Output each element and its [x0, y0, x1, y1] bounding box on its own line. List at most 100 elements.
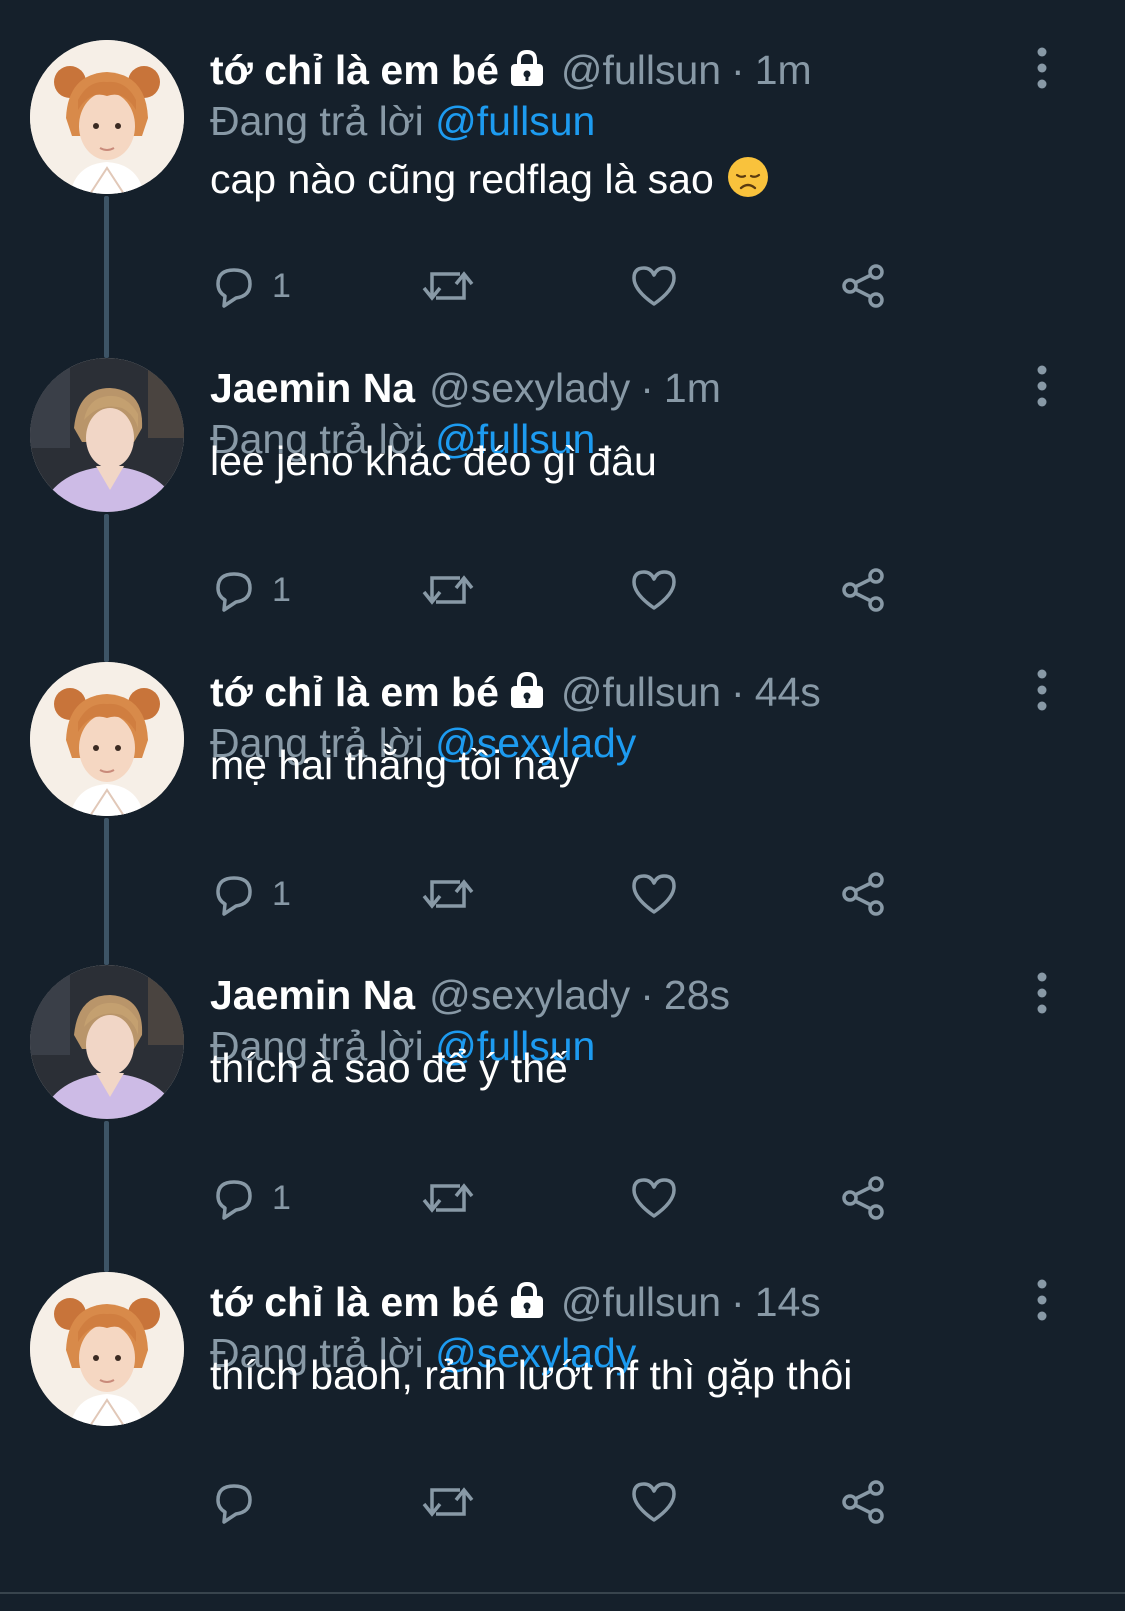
- avatar-image: [30, 358, 184, 512]
- retweet-button[interactable]: [420, 562, 476, 618]
- tweet-header: Jaemin Na @sexylady · 28s: [210, 969, 730, 1021]
- tweet-text-content: lee jeno khác đéo gì đâu: [210, 438, 657, 484]
- share-button[interactable]: [840, 866, 888, 922]
- more-vertical-icon[interactable]: [1030, 46, 1054, 90]
- user-handle[interactable]: @fullsun: [561, 47, 721, 93]
- timestamp[interactable]: 1m: [664, 365, 721, 411]
- reply-button[interactable]: [210, 1474, 272, 1530]
- action-bar: [210, 1474, 910, 1530]
- avatar[interactable]: [30, 1272, 184, 1426]
- action-bar: 1: [210, 1170, 910, 1226]
- display-name[interactable]: Jaemin Na: [210, 972, 415, 1018]
- tweet-header: Jaemin Na @sexylady · 1m: [210, 362, 721, 414]
- share-icon: [840, 262, 888, 310]
- avatar-image: [30, 1272, 184, 1426]
- user-handle[interactable]: @sexylady: [429, 365, 630, 411]
- share-button[interactable]: [840, 1474, 888, 1530]
- retweet-icon: [420, 1174, 476, 1222]
- tweet[interactable]: tớ chỉ là em bé @fullsun · 44s Đang trả lờ…: [0, 622, 1125, 965]
- lock-icon: [510, 1281, 543, 1318]
- reply-button[interactable]: 1: [210, 866, 291, 922]
- retweet-button[interactable]: [420, 866, 476, 922]
- like-button[interactable]: [630, 1170, 678, 1226]
- reply-icon: [210, 1478, 258, 1526]
- tweet-text-content: thích à sao để ý thế: [210, 1045, 568, 1091]
- retweet-icon: [420, 870, 476, 918]
- like-button[interactable]: [630, 1474, 678, 1530]
- reply-count: 1: [272, 570, 291, 609]
- replying-to-label: Đang trả lời: [210, 98, 424, 144]
- like-button[interactable]: [630, 866, 678, 922]
- mention-link[interactable]: @fullsun: [435, 98, 595, 144]
- retweet-button[interactable]: [420, 1170, 476, 1226]
- action-bar: 1: [210, 562, 910, 618]
- like-button[interactable]: [630, 258, 678, 314]
- share-icon: [840, 1478, 888, 1526]
- timestamp[interactable]: 28s: [664, 972, 730, 1018]
- avatar[interactable]: [30, 965, 184, 1119]
- retweet-icon: [420, 566, 476, 614]
- replying-to: Đang trả lời @fullsun: [210, 95, 595, 147]
- like-icon: [630, 1174, 678, 1222]
- user-handle[interactable]: @fullsun: [561, 669, 721, 715]
- display-name[interactable]: Jaemin Na: [210, 365, 415, 411]
- lock-icon: [510, 671, 543, 708]
- like-button[interactable]: [630, 562, 678, 618]
- bottom-divider: [0, 1592, 1125, 1594]
- retweet-button[interactable]: [420, 258, 476, 314]
- retweet-icon: [420, 1478, 476, 1526]
- share-button[interactable]: [840, 562, 888, 618]
- retweet-button[interactable]: [420, 1474, 476, 1530]
- reply-icon: [210, 870, 258, 918]
- share-icon: [840, 1174, 888, 1222]
- more-vertical-icon[interactable]: [1030, 364, 1054, 408]
- avatar-image: [30, 662, 184, 816]
- action-bar: 1: [210, 866, 910, 922]
- reply-button[interactable]: 1: [210, 258, 291, 314]
- avatar[interactable]: [30, 662, 184, 816]
- tweet[interactable]: Jaemin Na @sexylady · 1m Đang trả lời @full…: [0, 318, 1125, 662]
- share-button[interactable]: [840, 258, 888, 314]
- tweet-header: tớ chỉ là em bé @fullsun · 14s: [210, 1276, 821, 1328]
- disappointed-face-emoji: [727, 157, 768, 197]
- tweet-header: tớ chỉ là em bé @fullsun · 44s: [210, 666, 821, 718]
- share-button[interactable]: [840, 1170, 888, 1226]
- display-name[interactable]: tớ chỉ là em bé: [210, 1279, 499, 1325]
- tweet[interactable]: tớ chỉ là em bé @fullsun · 14s Đang trả lờ…: [0, 1232, 1125, 1592]
- display-name[interactable]: tớ chỉ là em bé: [210, 669, 499, 715]
- tweet-header: tớ chỉ là em bé @fullsun · 1m: [210, 44, 812, 96]
- tweet-text: thích baoh, rảnh lướt nf thì gặp thôi: [210, 1349, 852, 1401]
- user-handle[interactable]: @sexylady: [429, 972, 630, 1018]
- separator-dot: ·: [640, 972, 654, 1018]
- tweet-text-content: mẹ hai thằng tồi này: [210, 742, 580, 788]
- reply-button[interactable]: 1: [210, 1170, 291, 1226]
- reply-icon: [210, 566, 258, 614]
- action-bar: 1: [210, 258, 910, 314]
- user-handle[interactable]: @fullsun: [561, 1279, 721, 1325]
- tweet-text: lee jeno khác đéo gì đâu: [210, 435, 657, 487]
- share-icon: [840, 566, 888, 614]
- separator-dot: ·: [731, 47, 745, 93]
- display-name[interactable]: tớ chỉ là em bé: [210, 47, 499, 93]
- share-icon: [840, 870, 888, 918]
- like-icon: [630, 566, 678, 614]
- timestamp[interactable]: 14s: [755, 1279, 821, 1325]
- more-vertical-icon[interactable]: [1030, 971, 1054, 1015]
- avatar[interactable]: [30, 40, 184, 194]
- avatar-image: [30, 965, 184, 1119]
- timestamp[interactable]: 44s: [755, 669, 821, 715]
- reply-button[interactable]: 1: [210, 562, 291, 618]
- avatar[interactable]: [30, 358, 184, 512]
- more-vertical-icon[interactable]: [1030, 668, 1054, 712]
- avatar-image: [30, 40, 184, 194]
- tweet-text-content: thích baoh, rảnh lướt nf thì gặp thôi: [210, 1352, 853, 1398]
- reply-icon: [210, 1174, 258, 1222]
- tweet-text: mẹ hai thằng tồi này: [210, 739, 579, 791]
- tweet[interactable]: Jaemin Na @sexylady · 28s Đang trả lời @ful…: [0, 925, 1125, 1272]
- tweet[interactable]: tớ chỉ là em bé @fullsun · 1m Đang trả lời…: [0, 0, 1125, 358]
- timestamp[interactable]: 1m: [755, 47, 812, 93]
- more-vertical-icon[interactable]: [1030, 1278, 1054, 1322]
- separator-dot: ·: [640, 365, 654, 411]
- tweet-text: thích à sao để ý thế: [210, 1042, 568, 1094]
- reply-count: 1: [272, 266, 291, 305]
